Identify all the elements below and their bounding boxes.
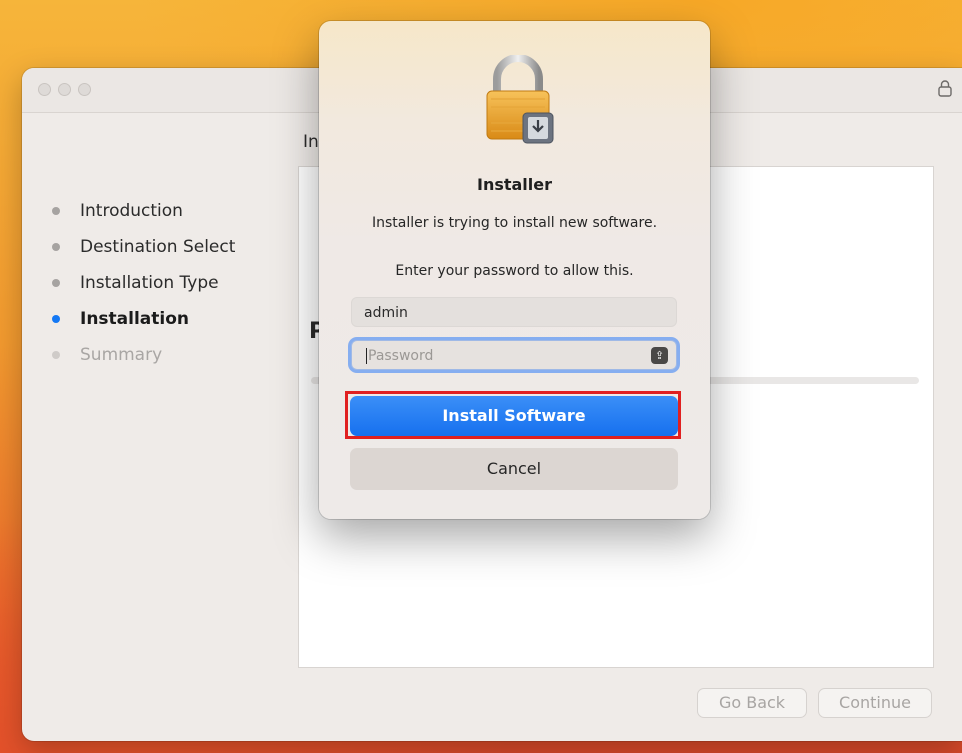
step-label: Installation [80,309,190,329]
installer-lock-icon [481,54,559,145]
minimize-window-button[interactable] [58,83,71,96]
step-bullet-icon [52,351,60,359]
dialog-prompt: Enter your password to allow this. [395,263,634,279]
password-placeholder: Password [368,348,434,364]
dialog-title: Installer [476,175,553,194]
content-heading: In [303,132,319,152]
step-label: Destination Select [80,237,236,257]
install-software-button[interactable]: Install Software [350,396,678,436]
step-bullet-icon [52,243,60,251]
go-back-button[interactable]: Go Back [697,688,807,718]
step-label: Installation Type [80,273,219,293]
zoom-window-button[interactable] [78,83,91,96]
text-caret [366,348,367,364]
step-label: Introduction [80,201,183,221]
username-field[interactable]: admin [351,297,677,327]
authentication-dialog: Installer Installer is trying to install… [319,21,710,519]
step-bullet-icon [52,315,60,323]
step-bullet-icon [52,207,60,215]
close-window-button[interactable] [38,83,51,96]
password-field[interactable]: Password ⇪ [351,340,677,370]
caps-lock-icon: ⇪ [651,347,668,364]
cancel-button[interactable]: Cancel [350,448,678,490]
continue-button[interactable]: Continue [818,688,932,718]
step-bullet-icon [52,279,60,287]
lock-icon [938,79,952,101]
step-label: Summary [80,345,163,365]
dialog-message: Installer is trying to install new softw… [371,215,658,231]
